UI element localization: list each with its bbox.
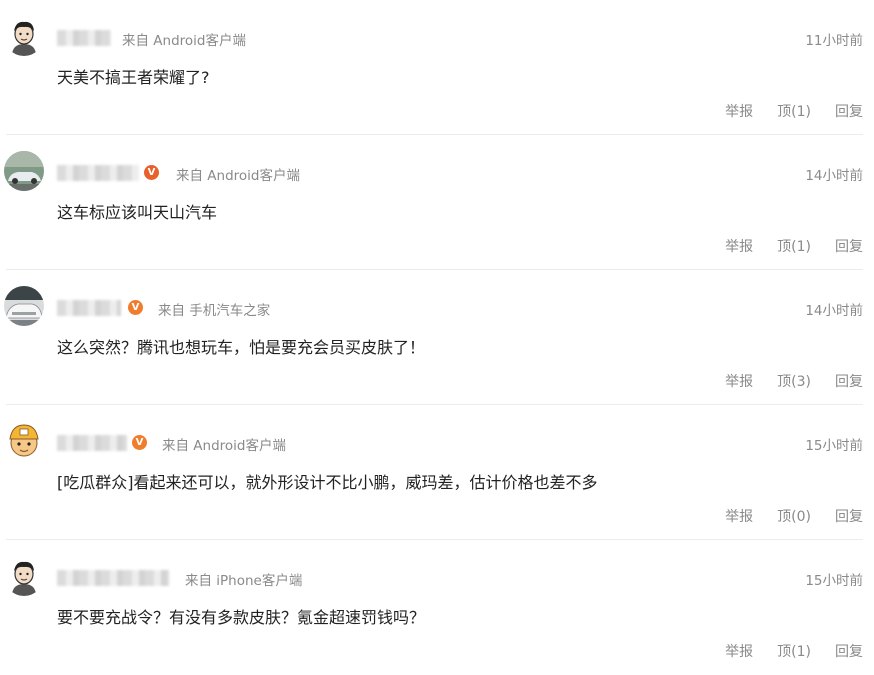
reply-button[interactable]: 回复	[835, 509, 863, 525]
reply-button[interactable]: 回复	[835, 104, 863, 120]
car-photo-avatar-icon[interactable]	[4, 151, 44, 191]
username-blurred[interactable]	[57, 165, 139, 181]
comment-time: 14小时前	[805, 303, 863, 319]
comment-text: 要不要充战令？有没有多款皮肤？氪金超速罚钱吗？	[57, 608, 426, 627]
cartoon-man-avatar-icon[interactable]	[4, 556, 44, 596]
comment-item: V 来自 手机汽车之家 14小时前 这么突然？腾讯也想玩车，怕是要充会员买皮肤了…	[0, 270, 874, 405]
upvote-button[interactable]: 顶(1)	[777, 644, 811, 660]
cartoon-man-avatar-icon[interactable]	[4, 16, 44, 56]
comment-item: V 来自 Android客户端 14小时前 这车标应该叫天山汽车 举报 顶(1) 回…	[0, 135, 874, 270]
comment-actions: 举报 顶(1) 回复	[725, 236, 863, 256]
comment-actions: 举报 顶(3) 回复	[725, 371, 863, 391]
cartoon-helmet-avatar-icon[interactable]	[4, 421, 44, 461]
comment-text: 这么突然？腾讯也想玩车，怕是要充会员买皮肤了！	[57, 338, 426, 357]
report-button[interactable]: 举报	[725, 239, 753, 255]
verified-badge-icon: V	[128, 300, 143, 315]
comment-item: V 来自 Android客户端 15小时前 [吃瓜群众]看起来还可以，就外形设计…	[0, 405, 874, 540]
reply-button[interactable]: 回复	[835, 644, 863, 660]
comment-text: [吃瓜群众]看起来还可以，就外形设计不比小鹏，威玛差，估计价格也差不多	[57, 473, 598, 492]
username-blurred[interactable]	[57, 30, 111, 46]
comment-text: 这车标应该叫天山汽车	[57, 203, 218, 222]
comment-source: 来自 Android客户端	[162, 438, 286, 454]
upvote-button[interactable]: 顶(3)	[777, 374, 811, 390]
username-blurred[interactable]	[57, 570, 169, 586]
report-button[interactable]: 举报	[725, 374, 753, 390]
comment-item: 来自 Android客户端 11小时前 天美不搞王者荣耀了? 举报 顶(1) 回复	[0, 0, 874, 135]
comment-time: 14小时前	[805, 168, 863, 184]
reply-button[interactable]: 回复	[835, 239, 863, 255]
white-car-avatar-icon[interactable]	[4, 286, 44, 326]
upvote-button[interactable]: 顶(0)	[777, 509, 811, 525]
comment-source: 来自 Android客户端	[176, 168, 300, 184]
verified-badge-icon: V	[132, 435, 147, 450]
comment-source: 来自 手机汽车之家	[158, 303, 271, 319]
report-button[interactable]: 举报	[725, 644, 753, 660]
report-button[interactable]: 举报	[725, 509, 753, 525]
report-button[interactable]: 举报	[725, 104, 753, 120]
comment-text: 天美不搞王者荣耀了?	[57, 68, 210, 87]
upvote-button[interactable]: 顶(1)	[777, 239, 811, 255]
username-blurred[interactable]	[57, 300, 121, 316]
comment-actions: 举报 顶(0) 回复	[725, 506, 863, 526]
verified-badge-icon: V	[144, 165, 159, 180]
comment-time: 15小时前	[805, 573, 863, 589]
reply-button[interactable]: 回复	[835, 374, 863, 390]
comment-time: 15小时前	[805, 438, 863, 454]
comment-source: 来自 iPhone客户端	[185, 573, 303, 589]
comment-time: 11小时前	[805, 33, 863, 49]
username-blurred[interactable]	[57, 435, 127, 451]
comment-source: 来自 Android客户端	[122, 33, 246, 49]
comment-actions: 举报 顶(1) 回复	[725, 101, 863, 121]
comment-actions: 举报 顶(1) 回复	[725, 641, 863, 661]
upvote-button[interactable]: 顶(1)	[777, 104, 811, 120]
